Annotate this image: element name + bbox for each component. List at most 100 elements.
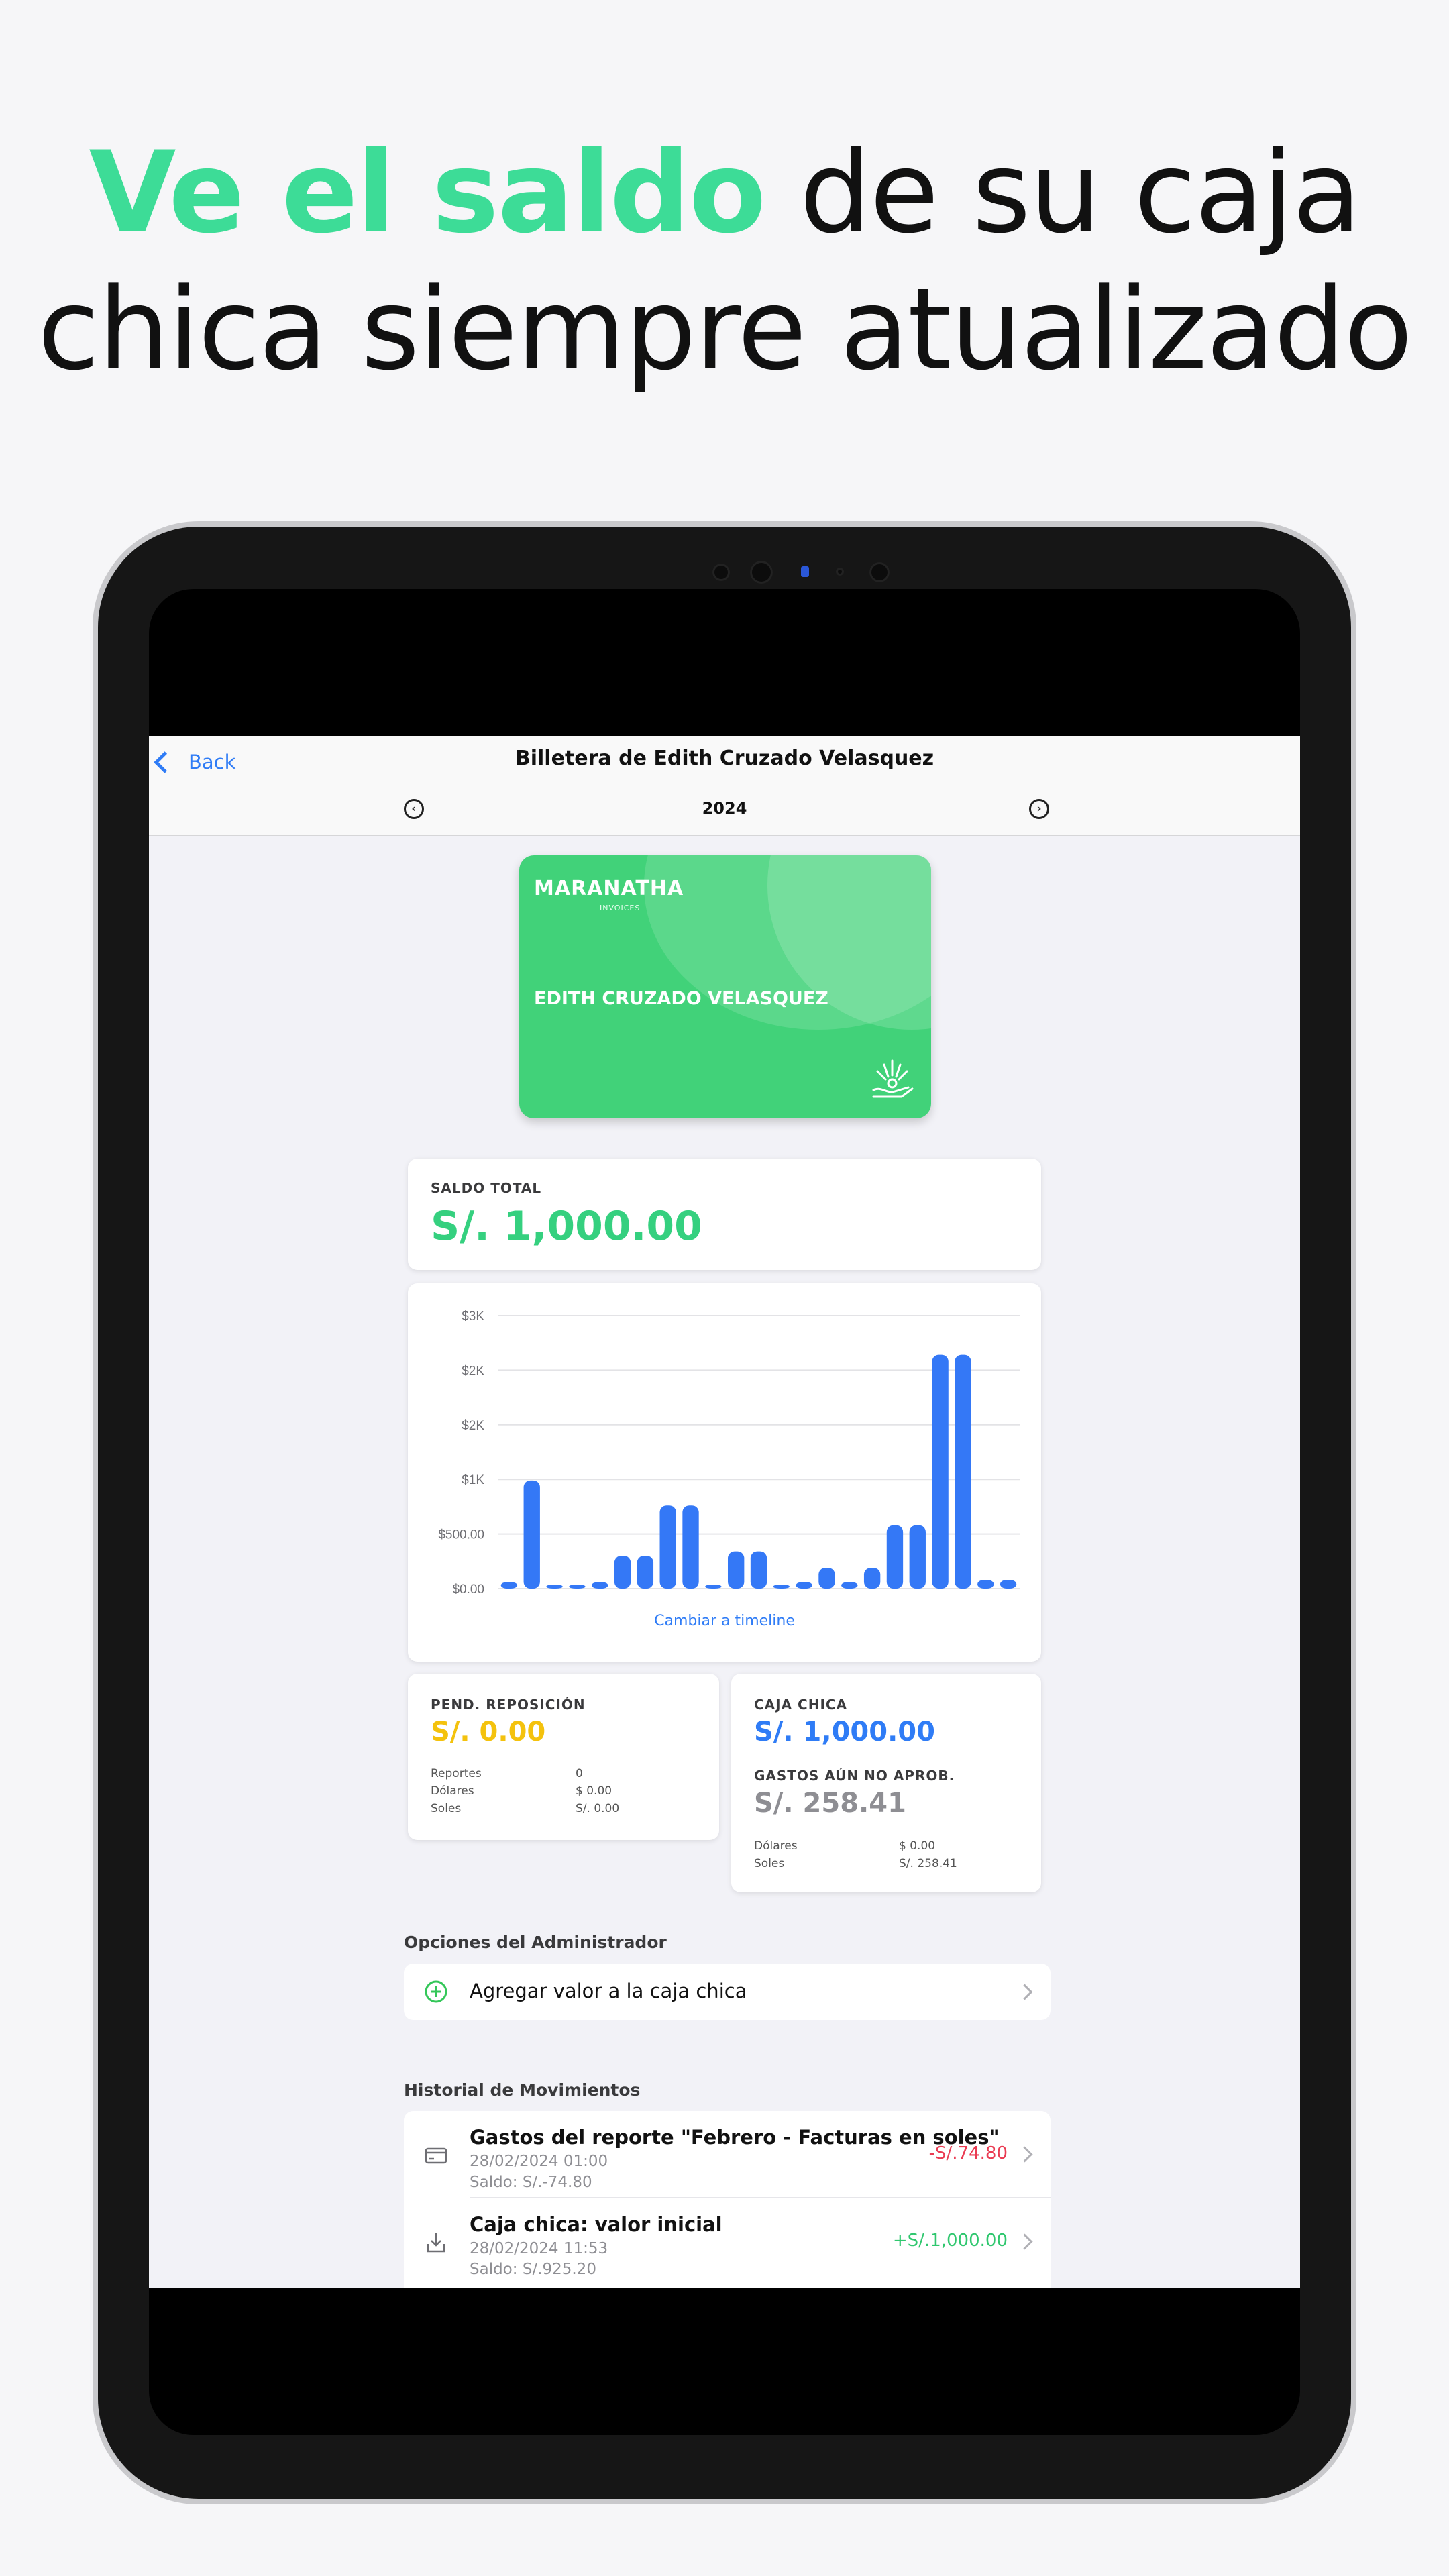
movement-amount: -S/.74.80 [928,2143,1008,2163]
chart-bar [955,1354,971,1589]
camera-icon [750,561,773,584]
pend-label: PEND. REPOSICIÓN [431,1697,586,1713]
detail-value: S/. 0.00 [576,1802,620,1815]
detail-key: Reportes [431,1767,482,1780]
caja-details: Dólares $ 0.00 Soles S/. 258.41 [754,1837,957,1872]
next-year-button[interactable]: › [1029,799,1049,819]
detail-row: Soles S/. 0.00 [431,1800,619,1817]
headline-line2: chica siempre atualizado [37,264,1413,395]
page-title: Billetera de Edith Cruzado Velasquez [515,747,934,770]
card-icon [425,2147,447,2164]
movement-date: 28/02/2024 11:53 [470,2240,608,2257]
detail-row: Dólares $ 0.00 [431,1782,619,1800]
detail-key: Dólares [754,1839,798,1853]
y-tick-label: $2K [462,1364,484,1378]
detail-row: Dólares $ 0.00 [754,1837,957,1855]
chart-bar [569,1585,586,1589]
add-value-label: Agregar valor a la caja chica [470,1980,747,2002]
y-tick-label: $500.00 [438,1528,484,1542]
admin-section-title: Opciones del Administrador [404,1933,667,1952]
chart-bar [909,1525,926,1589]
pend-reposicion-panel: PEND. REPOSICIÓN S/. 0.00 Reportes 0 Dólar… [408,1674,719,1840]
saldo-total-panel: SALDO TOTAL S/. 1,000.00 [408,1159,1041,1270]
chart-bar [523,1480,540,1589]
movement-title: Gastos del reporte "Febrero - Facturas e… [470,2126,1000,2149]
detail-key: Soles [754,1857,785,1870]
navigation-bar: Back Billetera de Edith Cruzado Velasque… [149,736,1300,836]
card-brand-sub: INVOICES [600,904,641,912]
detail-row: Soles S/. 258.41 [754,1855,957,1872]
chart-bar [727,1551,745,1589]
detail-row: Reportes 0 [431,1765,619,1782]
chart-bar [886,1525,904,1589]
movement-saldo: Saldo: S/.-74.80 [470,2174,592,2191]
caja-label: CAJA CHICA [754,1697,848,1713]
detail-key: Dólares [431,1784,474,1798]
chart-bar [546,1585,563,1589]
movement-date: 28/02/2024 01:00 [470,2153,608,2170]
y-tick-label: $2K [462,1419,484,1433]
chevron-right-icon [1016,2233,1033,2250]
chart-bar [818,1568,835,1589]
detail-key: Soles [431,1802,462,1815]
wallet-screen: Back Billetera de Edith Cruzado Velasque… [149,736,1300,2288]
card-brand: MARANATHA [534,877,684,900]
y-tick-label: $3K [462,1309,484,1324]
pend-value: S/. 0.00 [431,1717,546,1748]
movement-saldo: Saldo: S/.925.20 [470,2261,596,2278]
chart-bar [773,1585,790,1589]
chart-bar [1000,1579,1017,1589]
sensor-icon [869,562,890,582]
saldo-total-label: SALDO TOTAL [431,1180,542,1196]
movement-row[interactable]: Gastos del reporte "Febrero - Facturas e… [404,2111,1051,2198]
movement-row[interactable]: Caja chica: valor inicial 28/02/2024 11:… [404,2198,1051,2286]
detail-value: 0 [576,1767,583,1780]
chart-bar [863,1568,881,1589]
year-label: 2024 [702,799,747,818]
gastos-value: S/. 258.41 [754,1788,906,1819]
chart-bar [500,1582,518,1589]
chart-bar [750,1551,767,1589]
indicator-icon [801,566,809,577]
chart-panel: $0.00 $500.00 $1K $2K $2K $3K Cambiar a timel… [408,1283,1041,1662]
wallet-card: MARANATHA INVOICES EDITH CRUZADO VELASQU… [519,855,931,1118]
chart-bar [705,1585,722,1589]
chevron-right-icon [1016,2146,1033,2163]
chart-bar [841,1582,858,1589]
sensor-icon [712,564,730,581]
tablet-frame: Back Billetera de Edith Cruzado Velasque… [98,527,1351,2499]
sensor-icon [836,568,844,576]
caja-value: S/. 1,000.00 [754,1717,935,1748]
movement-title: Caja chica: valor inicial [470,2213,722,2236]
chart-bar [932,1354,949,1589]
chart-bar [614,1556,631,1589]
headline-accent: Ve el saldo [89,127,766,258]
chart-bar [682,1505,699,1589]
switch-timeline-link[interactable]: Cambiar a timeline [408,1613,1041,1629]
y-tick-label: $0.00 [452,1582,484,1597]
card-holder-name: EDITH CRUZADO VELASQUEZ [534,988,828,1009]
chart-bar [592,1582,608,1589]
detail-value: S/. 258.41 [899,1857,957,1870]
saldo-total-value: S/. 1,000.00 [431,1203,702,1250]
add-value-row[interactable]: Agregar valor a la caja chica [404,1964,1051,2020]
y-tick-label: $1K [462,1473,484,1487]
movements-list: Gastos del reporte "Febrero - Facturas e… [404,2111,1051,2288]
pend-details: Reportes 0 Dólares $ 0.00 Soles S/. 0.00 [431,1765,619,1817]
camera-bar [98,561,1351,590]
chart-bar [977,1579,994,1589]
chevron-right-icon [1016,1984,1033,2000]
plus-circle-icon [425,1980,447,2003]
movement-amount: +S/.1,000.00 [892,2231,1008,2251]
chart-bar [637,1556,654,1589]
year-selector: ‹ 2024 › [149,795,1300,822]
church-logo-icon [872,1059,914,1098]
detail-value: $ 0.00 [899,1839,936,1853]
detail-value: $ 0.00 [576,1784,612,1798]
chart-bar [659,1505,676,1589]
download-icon [427,2233,445,2253]
balance-bar-chart: $0.00 $500.00 $1K $2K $2K $3K [438,1309,1020,1597]
admin-options-list: Agregar valor a la caja chica [404,1964,1051,2020]
headline-line1: de su caja [765,127,1362,258]
screen: Back Billetera de Edith Cruzado Velasque… [149,589,1300,2435]
